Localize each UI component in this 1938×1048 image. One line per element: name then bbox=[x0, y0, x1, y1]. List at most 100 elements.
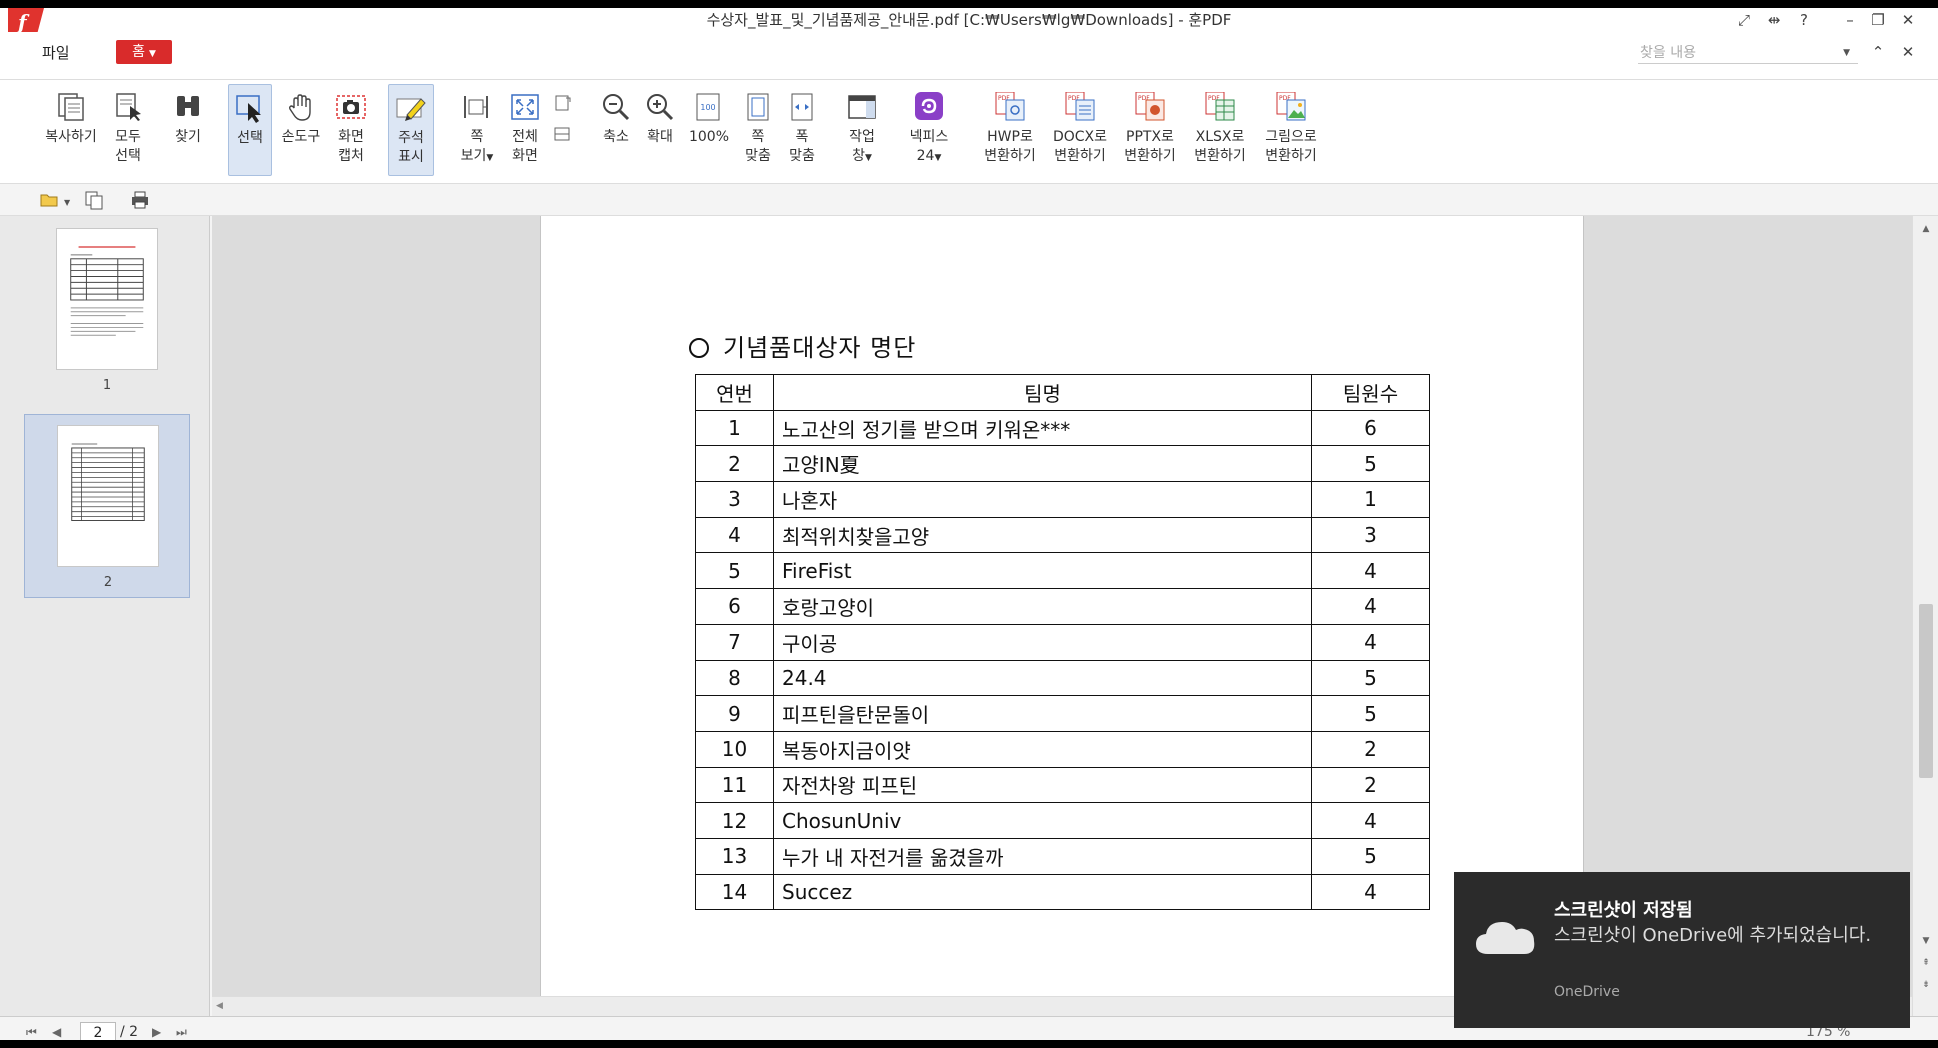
table-row: 1 노고산의 정기를 받으며 키워온*** 6 bbox=[695, 409, 1430, 447]
hand-tool-label: 손도구 bbox=[281, 129, 321, 145]
prev-page-icon[interactable]: ⇞ bbox=[1919, 956, 1933, 970]
thumbnail-page-2[interactable]: 2 bbox=[24, 414, 190, 598]
vertical-scrollbar[interactable]: ▲ ▼ ⇞ ⇟ bbox=[1912, 216, 1938, 1016]
page-view-button[interactable]: 쪽 보기▼ bbox=[454, 84, 500, 176]
table-row: 11 자전차왕 피프틴 2 bbox=[695, 766, 1430, 804]
pdf-to-pptx-icon: PDF bbox=[1135, 92, 1165, 121]
fit-width-button[interactable]: 폭 맞춤 bbox=[782, 84, 822, 176]
row-member-count: 3 bbox=[1311, 516, 1430, 554]
row-number: 2 bbox=[695, 445, 774, 483]
thumbnail-page-1[interactable]: 1 bbox=[24, 218, 190, 402]
zoom-out-button[interactable]: 축소 bbox=[594, 84, 638, 176]
fit-page-label-1: 쪽 bbox=[751, 129, 765, 145]
fit-screen-icon[interactable]: ⤢ bbox=[1732, 10, 1756, 30]
next-page-icon[interactable]: ⇟ bbox=[1919, 978, 1933, 992]
app-window: 수상자_발표_및_기념품제공_안내문.pdf [C:₩Users₩lg₩Down… bbox=[0, 8, 1938, 1048]
table-row: 3 나혼자 1 bbox=[695, 481, 1430, 518]
row-member-count: 4 bbox=[1311, 873, 1430, 911]
convert-docx-button[interactable]: PDF DOCX로 변환하기 bbox=[1048, 84, 1112, 176]
fit-width-label-1: 폭 bbox=[795, 129, 809, 145]
window-label-1: 작업 bbox=[849, 129, 875, 145]
split-view-icon[interactable]: ⇹ bbox=[1762, 10, 1786, 30]
hand-tool-button[interactable]: 손도구 bbox=[278, 84, 324, 176]
page-total: / 2 bbox=[120, 1024, 139, 1040]
row-member-count: 4 bbox=[1311, 802, 1430, 839]
page-layout-icon[interactable] bbox=[552, 124, 572, 144]
scroll-up-icon[interactable]: ▲ bbox=[1919, 222, 1933, 236]
row-team-name: ChosunUniv bbox=[773, 802, 1312, 839]
convert-docx-label-1: DOCX로 bbox=[1052, 129, 1108, 145]
convert-xlsx-label-1: XLSX로 bbox=[1195, 129, 1245, 145]
select-tool-button[interactable]: 선택 bbox=[228, 84, 272, 176]
rotate-icon[interactable] bbox=[552, 94, 572, 114]
first-page-icon[interactable]: ⏮ bbox=[26, 1025, 37, 1040]
ribbon-toolbar: 복사하기 모두 선택 찾기 선택 손도구 화면 캡처 주석 표시 쪽 보기▼ 전… bbox=[0, 80, 1938, 184]
scrollbar-thumb[interactable] bbox=[1919, 604, 1933, 778]
zoom-100-button[interactable]: 100 100% bbox=[684, 84, 734, 176]
restore-icon[interactable]: ❐ bbox=[1866, 10, 1890, 30]
chevron-down-icon[interactable]: ▼ bbox=[1843, 42, 1850, 64]
onedrive-notification[interactable]: 스크린샷이 저장됨 스크린샷이 OneDrive에 추가되었습니다. OneDr… bbox=[1454, 872, 1910, 1028]
select-all-button[interactable]: 모두 선택 bbox=[106, 84, 150, 176]
print-icon[interactable] bbox=[130, 190, 150, 210]
find-label: 찾기 bbox=[175, 129, 201, 145]
select-all-icon bbox=[116, 93, 141, 121]
close-doc-icon[interactable]: ✕ bbox=[1896, 42, 1920, 62]
annotation-button[interactable]: 주석 표시 bbox=[388, 84, 434, 176]
convert-hwp-label-1: HWP로 bbox=[987, 129, 1033, 145]
row-number: 13 bbox=[695, 837, 774, 875]
fit-page-button[interactable]: 쪽 맞춤 bbox=[738, 84, 778, 176]
next-page-icon[interactable]: ▶ bbox=[152, 1025, 161, 1039]
window-button[interactable]: 작업 창▼ bbox=[840, 84, 884, 176]
save-pages-icon[interactable] bbox=[84, 190, 104, 210]
window-title: 수상자_발표_및_기념품제공_안내문.pdf [C:₩Users₩lg₩Down… bbox=[706, 11, 1232, 29]
scroll-left-icon[interactable]: ◀ bbox=[216, 1001, 223, 1011]
fullscreen-icon bbox=[511, 94, 539, 120]
zoom-in-button[interactable]: 확대 bbox=[638, 84, 682, 176]
copy-button[interactable]: 복사하기 bbox=[40, 84, 102, 176]
notification-title: 스크린샷이 저장됨 bbox=[1554, 900, 1693, 921]
row-number: 7 bbox=[695, 623, 774, 661]
open-folder-icon[interactable] bbox=[40, 190, 60, 210]
previous-page-icon[interactable]: ◀ bbox=[52, 1025, 61, 1039]
help-icon[interactable]: ? bbox=[1792, 10, 1816, 30]
row-member-count: 4 bbox=[1311, 552, 1430, 590]
nexpis-button[interactable]: 넥피스 24▼ bbox=[904, 84, 954, 176]
find-input[interactable]: 찾을 내용 ▼ bbox=[1638, 42, 1858, 64]
annotation-label-2: 표시 bbox=[398, 149, 424, 165]
table-header-row: 연번 팀명 팀원수 bbox=[695, 374, 1430, 411]
row-number: 12 bbox=[695, 802, 774, 839]
chevron-down-icon[interactable]: ▼ bbox=[64, 190, 76, 210]
zoom-out-label: 축소 bbox=[603, 129, 629, 145]
screen-capture-button[interactable]: 화면 캡처 bbox=[328, 84, 374, 176]
row-number: 9 bbox=[695, 695, 774, 732]
menu-home-tab[interactable]: 홈 ▼ bbox=[116, 40, 172, 64]
collapse-ribbon-icon[interactable]: ⌃ bbox=[1866, 42, 1890, 62]
convert-xlsx-button[interactable]: PDF XLSX로 변환하기 bbox=[1188, 84, 1252, 176]
convert-image-button[interactable]: PDF 그림으로 변환하기 bbox=[1258, 84, 1324, 176]
chevron-down-icon: ▼ bbox=[148, 49, 156, 59]
minimize-icon[interactable]: – bbox=[1838, 10, 1862, 30]
nexpis-label-2: 24 bbox=[916, 148, 935, 164]
header-number: 연번 bbox=[695, 374, 774, 411]
table-row: 13 누가 내 자전거를 옮겼을까 5 bbox=[695, 837, 1430, 875]
page-view-icon bbox=[464, 96, 488, 118]
find-button[interactable]: 찾기 bbox=[166, 84, 210, 176]
section-title-text: 기념품대상자 명단 bbox=[723, 334, 917, 362]
scroll-down-icon[interactable]: ▼ bbox=[1919, 934, 1933, 948]
menu-file[interactable]: 파일 bbox=[42, 42, 70, 63]
convert-pptx-button[interactable]: PDF PPTX로 변환하기 bbox=[1118, 84, 1182, 176]
fullscreen-button[interactable]: 전체 화면 bbox=[502, 84, 548, 176]
pdf-to-hwp-icon: PDF bbox=[995, 92, 1025, 121]
row-team-name: 나혼자 bbox=[773, 481, 1312, 518]
last-page-icon[interactable]: ⏭ bbox=[176, 1025, 187, 1040]
cloud-icon bbox=[1476, 922, 1535, 954]
close-icon[interactable]: ✕ bbox=[1896, 10, 1920, 30]
binoculars-icon bbox=[177, 96, 199, 116]
row-team-name: 노고산의 정기를 받으며 키워온*** bbox=[773, 409, 1312, 447]
actual-size-icon: 100 bbox=[696, 93, 720, 121]
row-member-count: 6 bbox=[1311, 409, 1430, 447]
nexpis-label-1: 넥피스 bbox=[909, 129, 949, 145]
convert-hwp-button[interactable]: PDF HWP로 변환하기 bbox=[978, 84, 1042, 176]
fit-page-label-2: 맞춤 bbox=[745, 148, 771, 164]
